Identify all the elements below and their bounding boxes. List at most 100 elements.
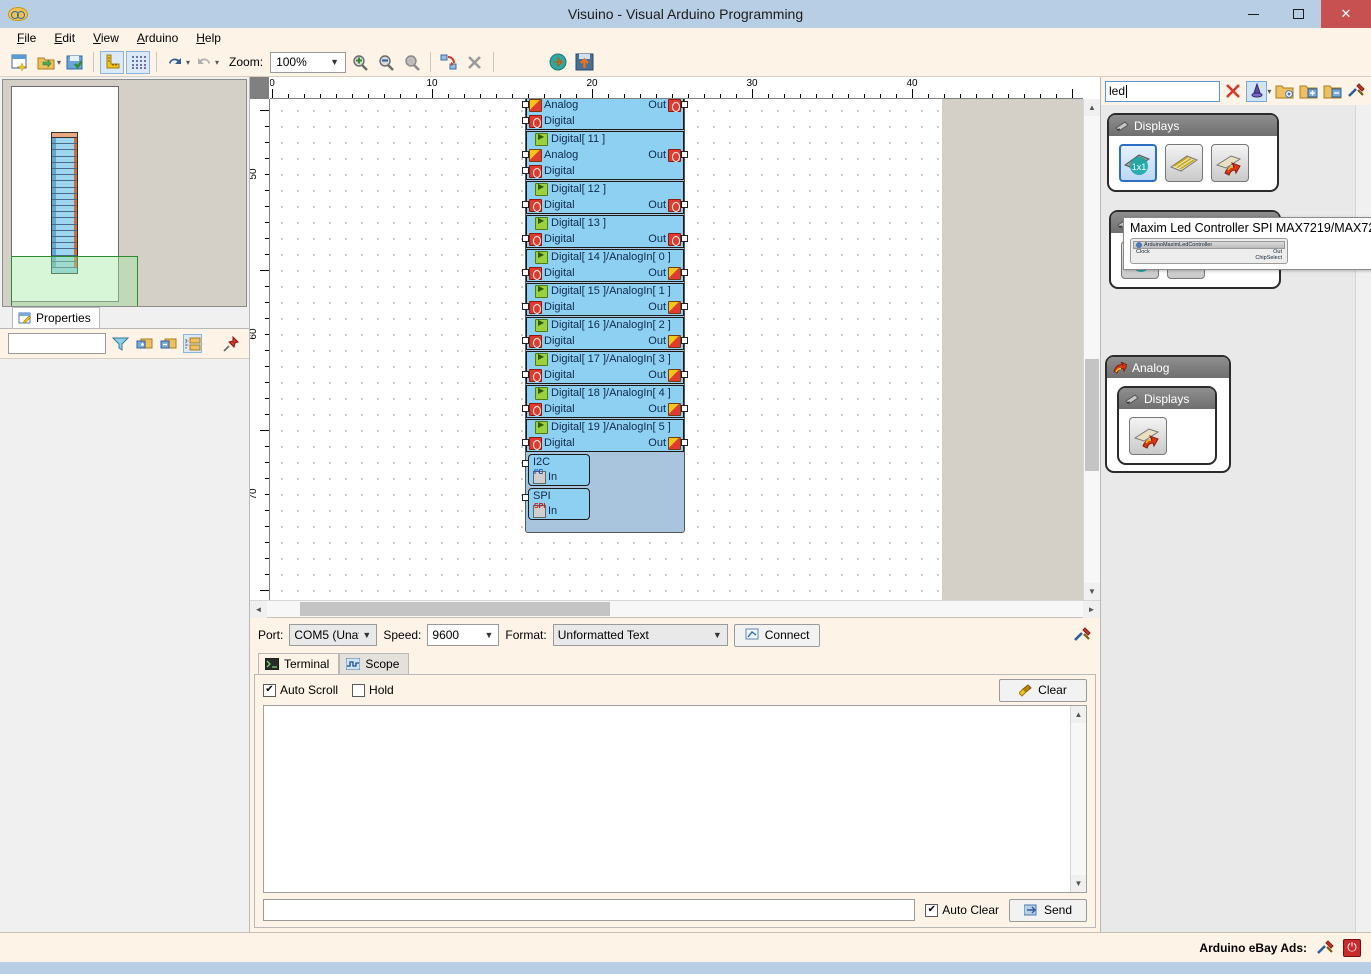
new-folder-icon[interactable]: [1274, 81, 1295, 102]
pin-row[interactable]: DigitalOut: [527, 197, 683, 213]
menu-help[interactable]: Help: [187, 29, 230, 47]
collapse-all-icon[interactable]: [159, 334, 178, 353]
auto-scroll-checkbox[interactable]: ✔ Auto Scroll: [263, 683, 338, 697]
output-port[interactable]: [681, 101, 688, 108]
add-component-icon[interactable]: [1298, 81, 1319, 102]
output-port[interactable]: [681, 371, 688, 378]
input-port[interactable]: [522, 167, 529, 174]
output-port[interactable]: [681, 405, 688, 412]
input-port[interactable]: [522, 405, 529, 412]
pin-icon[interactable]: [222, 334, 241, 353]
input-port[interactable]: [522, 494, 529, 501]
scroll-left-button[interactable]: ◄: [250, 601, 267, 618]
pin-block[interactable]: Digital[ 15 ]/AnalogIn[ 1 ]DigitalOut: [526, 283, 684, 316]
pin-row[interactable]: DigitalOut: [527, 367, 683, 383]
input-port[interactable]: [522, 151, 529, 158]
terminal-scroll-down-button[interactable]: ▼: [1071, 875, 1086, 892]
properties-search-input[interactable]: [8, 333, 106, 354]
analog-group-header[interactable]: Analog: [1107, 357, 1229, 378]
scroll-down-button[interactable]: ▼: [1084, 583, 1100, 600]
canvas-horizontal-scrollbar[interactable]: ◄ ►: [250, 600, 1100, 617]
menu-arduino[interactable]: Arduino: [128, 29, 187, 47]
pin-row[interactable]: Digital: [527, 163, 683, 179]
pin-row[interactable]: DigitalOut: [527, 401, 683, 417]
zoom-reset-icon[interactable]: [400, 51, 424, 74]
output-port[interactable]: [681, 201, 688, 208]
expand-all-icon[interactable]: [135, 334, 154, 353]
compile-icon[interactable]: [546, 51, 570, 74]
arduino-board-component[interactable]: AnalogOutDigitalDigital[ 11 ]AnalogOutDi…: [525, 99, 685, 533]
analog-displays-group-header[interactable]: Displays: [1119, 388, 1215, 409]
upload-icon[interactable]: [572, 51, 596, 74]
output-port[interactable]: [681, 151, 688, 158]
auto-scroll-checkbox-box[interactable]: ✔: [263, 684, 276, 697]
input-port[interactable]: [522, 235, 529, 242]
pin-block[interactable]: Digital[ 11 ]AnalogOutDigital: [526, 131, 684, 180]
send-input[interactable]: [263, 899, 915, 921]
horizontal-ruler[interactable]: 010203040: [270, 77, 1083, 99]
zoom-combo[interactable]: 100% ▼: [270, 52, 346, 73]
led-strip-item[interactable]: [1165, 144, 1203, 182]
led-analog-item-2[interactable]: [1129, 417, 1167, 455]
pin-row[interactable]: AnalogOut: [527, 147, 683, 163]
tools-icon[interactable]: [1346, 81, 1367, 102]
close-button[interactable]: ✕: [1321, 0, 1371, 28]
hold-checkbox-box[interactable]: [352, 684, 365, 697]
hold-checkbox[interactable]: Hold: [352, 683, 394, 697]
vscroll-track[interactable]: [1084, 116, 1100, 583]
wizard-icon[interactable]: [1246, 81, 1267, 102]
pin-block[interactable]: Digital[ 19 ]/AnalogIn[ 5 ]DigitalOut: [526, 419, 684, 452]
output-port[interactable]: [681, 235, 688, 242]
zoom-in-icon[interactable]: [348, 51, 372, 74]
vscroll-thumb[interactable]: [1085, 359, 1099, 471]
save-file-icon[interactable]: [63, 51, 87, 74]
pin-row[interactable]: DigitalOut: [527, 333, 683, 349]
undo-icon[interactable]: [163, 51, 187, 74]
group-by-category-icon[interactable]: [183, 334, 202, 353]
analog-group[interactable]: Analog Displays: [1105, 355, 1231, 473]
menu-edit[interactable]: Edit: [45, 29, 84, 47]
bus-block[interactable]: I2CIn: [528, 454, 590, 486]
send-button[interactable]: Send: [1009, 899, 1087, 922]
analog-displays-group[interactable]: Displays: [1117, 386, 1217, 465]
input-port[interactable]: [522, 101, 529, 108]
bus-block[interactable]: SPIIn: [528, 488, 590, 520]
grid-icon[interactable]: [126, 51, 150, 74]
input-port[interactable]: [522, 269, 529, 276]
output-port[interactable]: [681, 269, 688, 276]
pin-block[interactable]: AnalogOutDigital: [526, 99, 684, 130]
format-combo[interactable]: Unformatted Text ▼: [553, 624, 728, 646]
component-search-input[interactable]: led: [1105, 81, 1220, 102]
arrange-icon[interactable]: [437, 51, 461, 74]
pin-block[interactable]: Digital[ 12 ]DigitalOut: [526, 181, 684, 214]
bus-pin-row[interactable]: In: [529, 503, 589, 519]
tab-properties[interactable]: Properties: [12, 307, 100, 328]
menu-file[interactable]: File: [8, 29, 45, 47]
cut-icon[interactable]: [463, 51, 487, 74]
tab-terminal[interactable]: Terminal: [258, 653, 339, 674]
maximize-button[interactable]: [1276, 0, 1321, 28]
component-tree[interactable]: Displays 1x1: [1101, 105, 1371, 932]
output-port[interactable]: [681, 439, 688, 446]
auto-clear-checkbox-box[interactable]: ✔: [925, 904, 938, 917]
navigator-viewport-rect[interactable]: [11, 256, 138, 307]
output-port[interactable]: [681, 303, 688, 310]
design-canvas[interactable]: AnalogOutDigitalDigital[ 11 ]AnalogOutDi…: [270, 99, 1083, 600]
input-port[interactable]: [522, 303, 529, 310]
zoom-out-icon[interactable]: [374, 51, 398, 74]
ads-tools-icon[interactable]: [1315, 938, 1335, 958]
pin-row[interactable]: DigitalOut: [527, 435, 683, 451]
input-port[interactable]: [522, 439, 529, 446]
tab-scope[interactable]: Scope: [339, 653, 409, 674]
filter-icon[interactable]: [111, 334, 130, 353]
hscroll-thumb[interactable]: [300, 602, 610, 616]
minimize-button[interactable]: [1231, 0, 1276, 28]
terminal-output[interactable]: ▲ ▼: [263, 705, 1087, 893]
displays-group-1-header[interactable]: Displays: [1109, 115, 1277, 136]
speed-combo[interactable]: 9600 ▼: [427, 624, 499, 646]
input-port[interactable]: [522, 117, 529, 124]
pin-row[interactable]: Digital: [527, 113, 683, 129]
menu-view[interactable]: View: [84, 29, 128, 47]
scroll-up-button[interactable]: ▲: [1084, 99, 1100, 116]
ads-power-icon[interactable]: ⏻: [1343, 939, 1361, 957]
